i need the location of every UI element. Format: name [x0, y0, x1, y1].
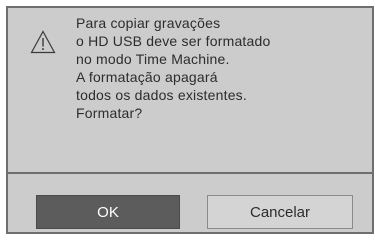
message-line: no modo Time Machine.: [76, 51, 230, 67]
ok-button[interactable]: OK: [36, 195, 180, 229]
message-line: todos os dados existentes.: [76, 87, 247, 103]
message-line: A formatação apagará: [76, 69, 218, 85]
cancel-button[interactable]: Cancelar: [207, 195, 353, 229]
message-line: Formatar?: [76, 105, 143, 121]
message-line: o HD USB deve ser formatado: [76, 33, 271, 49]
dialog-message-area: Para copiar gravações o HD USB deve ser …: [8, 8, 372, 174]
warning-icon: [30, 30, 56, 54]
message-line: Para copiar gravações: [76, 15, 221, 31]
dialog-message: Para copiar gravações o HD USB deve ser …: [76, 14, 356, 122]
format-confirm-dialog: Para copiar gravações o HD USB deve ser …: [6, 6, 374, 234]
